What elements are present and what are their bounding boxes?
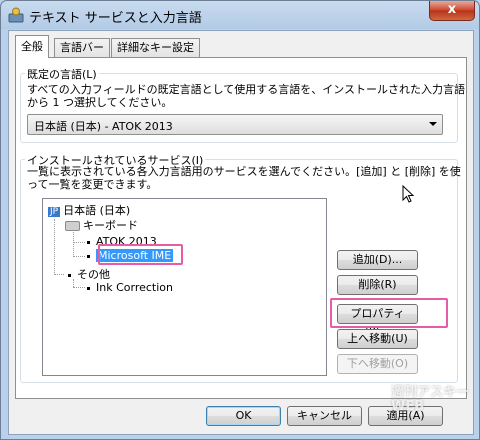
tree-connector — [73, 229, 74, 257]
keyboard-app-icon — [8, 7, 24, 23]
tree-node-keyboard[interactable]: キーボード — [65, 217, 138, 233]
jp-badge-icon: JP — [48, 207, 61, 217]
default-language-group-label: 既定の言語(L) — [25, 66, 99, 82]
bullet-icon — [87, 254, 90, 258]
tree-language-label: 日本語 (日本) — [63, 204, 131, 217]
tree-connector — [54, 219, 55, 275]
close-button[interactable]: x — [429, 1, 475, 21]
chevron-down-icon — [429, 122, 437, 126]
services-tree[interactable]: JP 日本語 (日本) キーボード ATOK 2013 Microsoft IME… — [42, 198, 327, 376]
default-language-value: 日本語 (日本) - ATOK 2013 — [34, 120, 173, 133]
default-language-dropdown[interactable]: 日本語 (日本) - ATOK 2013 — [27, 114, 443, 135]
bullet-icon — [68, 273, 71, 277]
tree-item-ink-correction-label: Ink Correction — [96, 281, 173, 294]
watermark-logo: 週刊アスキー WEB — [391, 386, 469, 414]
tree-connector — [73, 287, 85, 288]
highlight-box-properties — [330, 298, 448, 328]
tree-keyboard-label: キーボード — [83, 219, 138, 232]
remove-button[interactable]: 削除(R) — [337, 275, 418, 295]
tree-other-label: その他 — [77, 268, 110, 281]
tree-connector — [73, 242, 85, 243]
tree-node-language[interactable]: JP 日本語 (日本) — [48, 202, 130, 218]
watermark-line2: WEB — [391, 399, 425, 414]
installed-services-description-1: 一覧に表示されている各入力言語用のサービスを選んでください。[追加] と [削除… — [27, 165, 461, 178]
dialog-window: テキスト サービスと入力言語 x 全般 言語バー 詳細なキー設定 既定の言語(L… — [0, 0, 480, 440]
tab-general[interactable]: 全般 — [15, 35, 49, 58]
tree-node-other[interactable]: その他 — [68, 266, 110, 282]
tree-connector — [54, 274, 64, 275]
tree-connector — [73, 256, 85, 257]
window-title: テキスト サービスと入力言語 — [29, 11, 202, 26]
bullet-icon — [87, 240, 90, 244]
installed-services-description-2: って一覧を変更できます。 — [27, 178, 158, 191]
tab-language-bar[interactable]: 言語バー — [54, 38, 110, 57]
ok-button[interactable]: OK — [206, 406, 281, 426]
move-up-button[interactable]: 上へ移動(U) — [337, 329, 418, 349]
add-button[interactable]: 追加(D)... — [337, 250, 418, 270]
tree-item-ink-correction[interactable]: Ink Correction — [87, 281, 173, 294]
watermark-line1: 週刊アスキー — [391, 385, 470, 400]
default-language-description-2: から 1 つ選択してください。 — [27, 96, 173, 109]
cancel-button[interactable]: キャンセル — [287, 406, 362, 426]
mouse-cursor-icon — [402, 185, 414, 203]
tab-advanced-key-settings[interactable]: 詳細なキー設定 — [111, 38, 200, 57]
default-language-description-1: すべての入力フィールドの既定言語として使用する言語を、インストールされた入力言語 — [27, 83, 466, 96]
highlight-box-microsoft-ime — [98, 244, 183, 265]
keyboard-icon — [65, 221, 80, 231]
bullet-icon — [87, 286, 90, 290]
move-down-button[interactable]: 下へ移動(O) — [337, 354, 418, 374]
